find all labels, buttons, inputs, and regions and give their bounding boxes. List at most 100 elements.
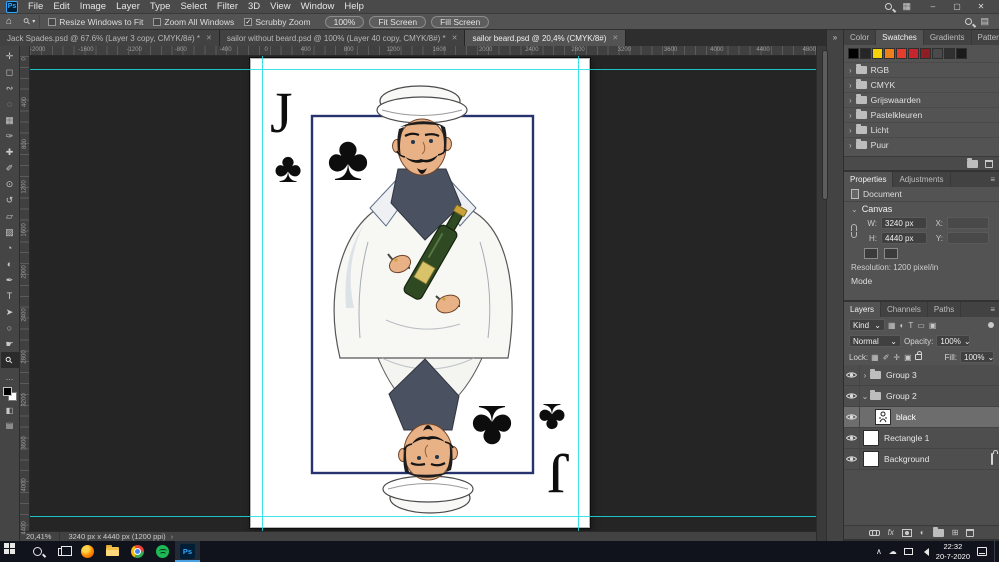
width-field[interactable]: 3240 px bbox=[881, 217, 927, 229]
taskbar-app-spotify[interactable] bbox=[150, 541, 175, 562]
object-selection-tool[interactable]: ◌ bbox=[1, 96, 19, 112]
window-close-button[interactable]: ✕ bbox=[969, 2, 993, 11]
panel-tab[interactable]: Paths bbox=[928, 302, 962, 317]
menu-item[interactable]: Layer bbox=[116, 1, 140, 12]
add-mask-icon[interactable] bbox=[901, 528, 912, 537]
menu-item[interactable]: Help bbox=[344, 1, 364, 12]
layer-row-group-3[interactable]: › Group 3 bbox=[844, 365, 999, 386]
foreground-background-colors[interactable] bbox=[2, 387, 17, 401]
color-swatch[interactable] bbox=[860, 48, 871, 59]
color-swatch[interactable] bbox=[956, 48, 967, 59]
show-desktop-button[interactable] bbox=[994, 541, 996, 562]
panel-tab[interactable]: Swatches bbox=[876, 30, 924, 45]
swatch-group-row[interactable]: › RGB bbox=[844, 62, 999, 77]
lock-option-icon[interactable]: ✐ bbox=[883, 353, 890, 362]
onedrive-cloud-icon[interactable]: ☁ bbox=[889, 547, 897, 556]
color-swatch[interactable] bbox=[884, 48, 895, 59]
layer-row-group-2[interactable]: ⌄ Group 2 bbox=[844, 386, 999, 407]
canvas-vertical-scrollbar[interactable] bbox=[816, 46, 828, 541]
swatch-group-row[interactable]: › Licht bbox=[844, 122, 999, 137]
options-button[interactable]: Fill Screen bbox=[431, 15, 490, 28]
chevron-down-icon[interactable]: ⌄ bbox=[851, 205, 858, 214]
type-tool[interactable]: T bbox=[1, 288, 19, 304]
screen-mode-icon[interactable]: ▤ bbox=[6, 419, 14, 431]
chevron-right-icon[interactable]: › bbox=[849, 81, 852, 90]
menu-item[interactable]: Type bbox=[150, 1, 171, 12]
dock-collapse-strip[interactable]: » bbox=[826, 30, 844, 541]
document-tab[interactable]: sailor without beard.psd @ 100% (Layer 4… bbox=[219, 30, 466, 46]
visibility-eye-icon[interactable] bbox=[844, 428, 860, 448]
history-brush-tool[interactable]: ↺ bbox=[1, 192, 19, 208]
start-button[interactable] bbox=[0, 541, 25, 562]
layer-name[interactable]: Group 2 bbox=[886, 391, 917, 401]
taskbar-search-button[interactable] bbox=[25, 541, 50, 562]
options-checkbox[interactable]: Resize Windows to Fit bbox=[48, 17, 143, 27]
volume-icon[interactable] bbox=[920, 547, 929, 556]
tab-close-icon[interactable]: ✕ bbox=[452, 34, 458, 42]
pen-tool[interactable]: ✒ bbox=[1, 272, 19, 288]
taskbar-app-chrome[interactable] bbox=[125, 541, 150, 562]
menu-item[interactable]: View bbox=[270, 1, 290, 12]
guide-horizontal-top[interactable] bbox=[30, 69, 816, 70]
search-icon[interactable] bbox=[965, 18, 973, 25]
layer-style-fx-icon[interactable]: fx bbox=[888, 528, 894, 537]
window-minimize-button[interactable]: – bbox=[921, 2, 945, 11]
filter-toggle-icon[interactable] bbox=[988, 322, 994, 328]
tray-expand-icon[interactable]: ∧ bbox=[876, 547, 882, 556]
panel-tab[interactable]: Gradients bbox=[924, 30, 972, 45]
blur-tool[interactable]: ◔ bbox=[1, 240, 19, 256]
taskbar-app-firefox[interactable] bbox=[75, 541, 100, 562]
options-checkbox[interactable]: Zoom All Windows bbox=[153, 17, 234, 27]
filter-type-icon[interactable]: T bbox=[908, 321, 913, 330]
layer-thumbnail[interactable] bbox=[863, 451, 879, 467]
panel-tab[interactable]: Properties bbox=[844, 172, 894, 187]
home-icon[interactable]: ⌂ bbox=[6, 16, 12, 27]
panel-menu-icon[interactable]: ≡ bbox=[986, 172, 999, 187]
status-more-icon[interactable]: › bbox=[171, 532, 174, 541]
layer-thumbnail[interactable] bbox=[863, 430, 879, 446]
layer-thumbnail[interactable] bbox=[875, 409, 891, 425]
panel-tab[interactable]: Color bbox=[844, 30, 877, 45]
hand-tool[interactable]: ☛ bbox=[1, 336, 19, 352]
adjustment-layer-icon[interactable]: ◐ bbox=[920, 528, 925, 537]
layout-icon[interactable]: ▤ bbox=[980, 16, 989, 27]
layer-name[interactable]: Group 3 bbox=[886, 370, 917, 380]
lock-option-icon[interactable]: ✛ bbox=[893, 353, 900, 362]
menu-item[interactable]: 3D bbox=[248, 1, 260, 12]
swatch-group-row[interactable]: › Grijswaarden bbox=[844, 92, 999, 107]
color-swatch[interactable] bbox=[932, 48, 943, 59]
y-field[interactable] bbox=[947, 232, 989, 244]
link-layers-icon[interactable] bbox=[868, 530, 880, 536]
zoom-tool[interactable]: ⚲ bbox=[0, 352, 19, 368]
chevron-right-icon[interactable]: › bbox=[849, 111, 852, 120]
chevron-right-icon[interactable]: › bbox=[849, 96, 852, 105]
chevron-down-icon[interactable]: ⌄ bbox=[860, 392, 870, 401]
eraser-tool[interactable]: ▱ bbox=[1, 208, 19, 224]
new-group-icon[interactable] bbox=[932, 526, 944, 537]
edit-toolbar-icon[interactable]: … bbox=[6, 371, 14, 383]
brush-tool[interactable]: ✐ bbox=[1, 160, 19, 176]
app-search-icon[interactable] bbox=[885, 3, 893, 10]
panel-tab[interactable]: Patterns bbox=[972, 30, 999, 45]
color-swatch[interactable] bbox=[944, 48, 955, 59]
blend-mode-select[interactable]: Normal ⌄ bbox=[849, 335, 901, 347]
canvas-orientation-portrait-icon[interactable] bbox=[864, 248, 878, 259]
lock-option-icon[interactable]: ▣ bbox=[904, 353, 912, 362]
document-tab[interactable]: sailor beard.psd @ 20,4% (CMYK/8#) ✕ bbox=[465, 30, 627, 46]
panel-tab[interactable]: Adjustments bbox=[893, 172, 951, 187]
guide-horizontal-bottom[interactable] bbox=[30, 516, 816, 517]
lock-option-icon[interactable]: ▦ bbox=[871, 353, 879, 362]
canvas-viewport[interactable]: J ♣ ♣ bbox=[30, 56, 816, 531]
network-icon[interactable] bbox=[903, 548, 913, 555]
taskbar-app-photoshop[interactable]: Ps bbox=[175, 541, 200, 562]
document-canvas[interactable]: J ♣ ♣ bbox=[250, 58, 590, 528]
ruler-corner[interactable] bbox=[20, 46, 30, 56]
visibility-eye-icon[interactable] bbox=[844, 407, 860, 427]
menu-item[interactable]: Filter bbox=[217, 1, 238, 12]
current-tool-zoom[interactable]: ⚲ ▾ bbox=[20, 15, 41, 28]
color-swatch[interactable] bbox=[920, 48, 931, 59]
color-swatch[interactable] bbox=[896, 48, 907, 59]
menu-item[interactable]: Select bbox=[180, 1, 206, 12]
swatch-group-row[interactable]: › Pastelkleuren bbox=[844, 107, 999, 122]
chevron-right-icon[interactable]: › bbox=[860, 371, 870, 380]
